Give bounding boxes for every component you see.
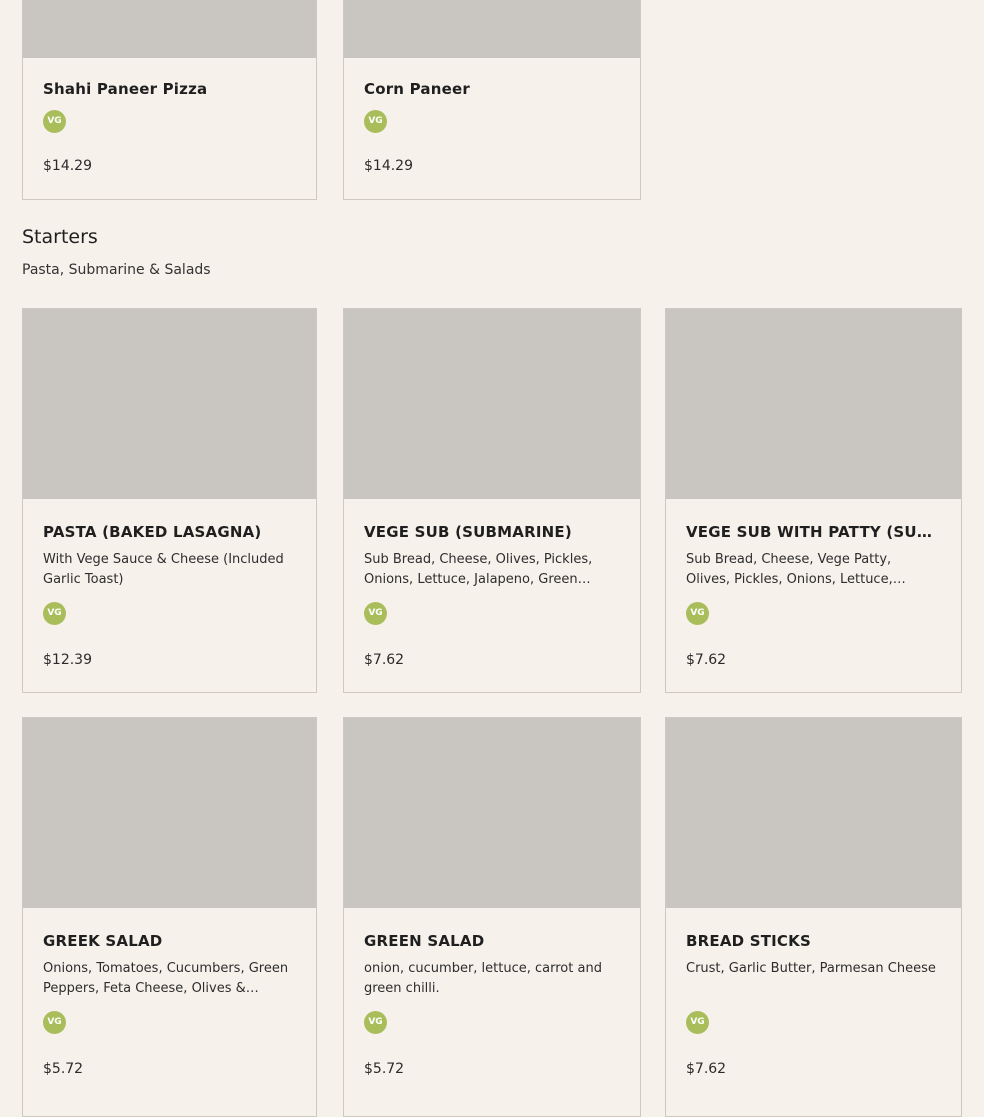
menu-item-card-greek-salad[interactable]: GREEK SALAD Onions, Tomatoes, Cucumbers,… bbox=[22, 717, 317, 1117]
section-subtitle: Pasta, Submarine & Salads bbox=[22, 262, 211, 278]
item-name: GREEK SALAD bbox=[43, 932, 163, 950]
item-description: Crust, Garlic Butter, Parmesan Cheese bbox=[686, 961, 936, 976]
item-name: VEGE SUB WITH PATTY (SUBMARIN… bbox=[686, 523, 943, 541]
item-price: $5.72 bbox=[43, 1061, 84, 1077]
item-price: $7.62 bbox=[686, 1061, 727, 1077]
item-name: Corn Paneer bbox=[364, 80, 470, 98]
vegetarian-badge-icon: VG bbox=[364, 1011, 387, 1034]
menu-item-card-bread-sticks[interactable]: BREAD STICKS Crust, Garlic Butter, Parme… bbox=[665, 717, 962, 1117]
vegetarian-badge-icon: VG bbox=[43, 602, 66, 625]
item-price: $7.62 bbox=[364, 652, 405, 668]
item-description: Sub Bread, Cheese, Olives, Pickles, Onio… bbox=[364, 552, 593, 587]
item-name: GREEN SALAD bbox=[364, 932, 485, 950]
item-price: $5.72 bbox=[364, 1061, 405, 1077]
item-description: Sub Bread, Cheese, Vege Patty, Olives, P… bbox=[686, 552, 893, 587]
vegetarian-badge-icon: VG bbox=[43, 110, 66, 133]
item-name: VEGE SUB (SUBMARINE) bbox=[364, 523, 572, 541]
item-photo bbox=[344, 309, 640, 499]
vegetarian-badge-icon: VG bbox=[364, 602, 387, 625]
item-price: $12.39 bbox=[43, 652, 92, 668]
item-price: $14.29 bbox=[43, 158, 92, 174]
item-image-placeholder bbox=[344, 0, 640, 58]
menu-item-card-corn-paneer[interactable]: Corn Paneer VG $14.29 bbox=[343, 0, 641, 200]
item-photo bbox=[23, 718, 316, 908]
item-image-placeholder bbox=[344, 718, 640, 908]
item-image-placeholder bbox=[23, 0, 316, 58]
vegetarian-badge-icon: VG bbox=[364, 110, 387, 133]
item-price: $7.62 bbox=[686, 652, 727, 668]
item-name: PASTA (BAKED LASAGNA) bbox=[43, 523, 262, 541]
menu-item-card-vege-sub-patty[interactable]: VEGE SUB WITH PATTY (SUBMARIN… Sub Bread… bbox=[665, 308, 962, 693]
item-description: Onions, Tomatoes, Cucumbers, Green Peppe… bbox=[43, 961, 289, 996]
item-photo bbox=[23, 309, 316, 499]
vegetarian-badge-icon: VG bbox=[686, 602, 709, 625]
menu-item-card-vege-sub[interactable]: VEGE SUB (SUBMARINE) Sub Bread, Cheese, … bbox=[343, 308, 641, 693]
menu-item-card-green-salad[interactable]: GREEN SALAD onion, cucumber, lettuce, ca… bbox=[343, 717, 641, 1117]
item-price: $14.29 bbox=[364, 158, 413, 174]
item-photo bbox=[666, 718, 961, 908]
item-description: With Vege Sauce & Cheese (Included Garli… bbox=[43, 552, 284, 587]
menu-item-card-pasta[interactable]: PASTA (BAKED LASAGNA) With Vege Sauce & … bbox=[22, 308, 317, 693]
menu-item-card-shahi-paneer-pizza[interactable]: Shahi Paneer Pizza VG $14.29 bbox=[22, 0, 317, 200]
item-photo bbox=[666, 309, 961, 499]
item-description: onion, cucumber, lettuce, carrot and gre… bbox=[364, 961, 602, 996]
vegetarian-badge-icon: VG bbox=[686, 1011, 709, 1034]
item-name: Shahi Paneer Pizza bbox=[43, 80, 208, 98]
vegetarian-badge-icon: VG bbox=[43, 1011, 66, 1034]
section-title: Starters bbox=[22, 226, 98, 248]
item-name: BREAD STICKS bbox=[686, 932, 811, 950]
